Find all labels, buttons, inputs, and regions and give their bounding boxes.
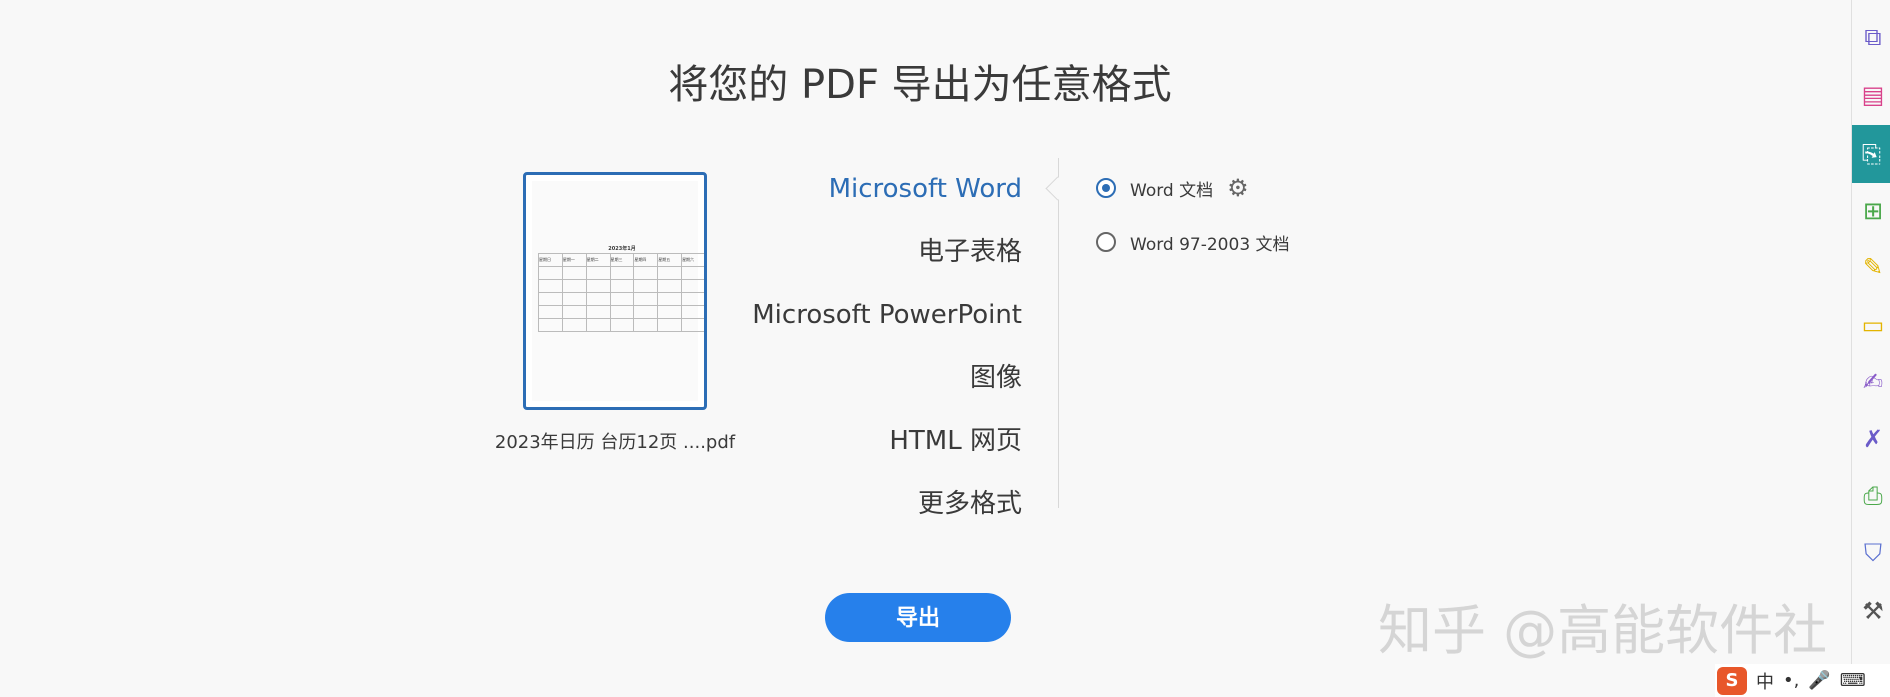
calendar-preview: 2023年1月 星期日 星期一 星期二 星期三 星期四 星期五 星期六 [538,245,704,337]
pdf-page-preview: 2023年1月 星期日 星期一 星期二 星期三 星期四 星期五 星期六 [532,181,704,401]
edit-pdf-icon[interactable]: ✎ [1858,252,1888,282]
ime-punctuation[interactable]: •, [1783,670,1799,691]
weekday-cell: 星期一 [561,253,587,267]
weekday-cell: 星期三 [609,253,635,267]
more-tools-icon[interactable]: ⚒ [1858,596,1888,626]
weekday-cell: 星期五 [657,253,683,267]
format-word[interactable]: Microsoft Word [702,172,1022,235]
weekday-cell: 星期日 [538,253,563,267]
signature-icon[interactable]: ✗ [1858,424,1888,454]
organize-pages-icon[interactable]: ▤ [1858,80,1888,110]
keyboard-icon[interactable]: ⌨ [1840,670,1866,691]
export-button[interactable]: 导出 [825,593,1011,642]
format-spreadsheet[interactable]: 电子表格 [702,235,1022,298]
ime-mode[interactable]: 中 [1756,668,1774,694]
word-options: Word 文档 ⚙ Word 97-2003 文档 [1096,176,1290,284]
watermark: 知乎 @高能软件社 [1378,599,1828,662]
create-pdf-icon[interactable]: ⊞ [1858,196,1888,226]
option-word-document[interactable]: Word 文档 ⚙ [1096,176,1290,201]
weekday-cell: 星期二 [585,253,611,267]
microphone-icon[interactable]: 🎤 [1808,670,1830,691]
comment-icon[interactable]: ▭ [1858,310,1888,340]
pdf-thumbnail[interactable]: 2023年1月 星期日 星期一 星期二 星期三 星期四 星期五 星期六 [523,172,707,410]
radio-checked-icon[interactable] [1096,178,1116,198]
sogou-logo-icon[interactable]: S [1717,666,1747,695]
option-label: Word 97-2003 文档 [1130,234,1290,255]
format-list: Microsoft Word 电子表格 Microsoft PowerPoint… [702,172,1022,550]
calendar-grid: 星期日 星期一 星期二 星期三 星期四 星期五 星期六 [538,253,704,332]
calendar-caption: 2023年1月 [608,246,636,252]
print-production-icon[interactable]: ⎙ [1858,481,1888,511]
page-title: 将您的 PDF 导出为任意格式 [668,62,1172,108]
radio-unchecked-icon[interactable] [1096,232,1116,252]
export-pdf-icon[interactable]: ⎘ [1852,125,1890,183]
selection-pointer [1045,176,1070,201]
ime-toolbar: S 中 •, 🎤 ⌨ [1715,664,1890,697]
combine-files-icon[interactable]: ⧉ [1858,22,1888,52]
fill-sign-icon[interactable]: ✍ [1858,367,1888,397]
format-image[interactable]: 图像 [702,361,1022,424]
option-label: Word 文档 [1130,180,1214,201]
gear-icon[interactable]: ⚙ [1227,176,1249,200]
format-html[interactable]: HTML 网页 [702,424,1022,487]
panel-divider [1058,158,1059,508]
format-more[interactable]: 更多格式 [702,487,1022,550]
option-word-97-2003[interactable]: Word 97-2003 文档 [1096,230,1290,255]
tools-rail: ⧉ ▤ ⎘ ⊞ ✎ ▭ ✍ ✗ ⎙ ⛉ ⚒ [1851,0,1890,697]
weekday-cell: 星期四 [633,253,659,267]
format-powerpoint[interactable]: Microsoft PowerPoint [702,298,1022,361]
protect-icon[interactable]: ⛉ [1858,538,1888,568]
